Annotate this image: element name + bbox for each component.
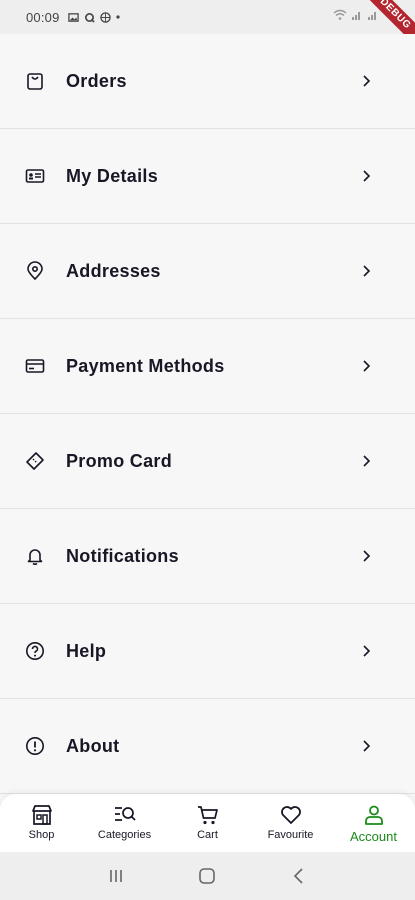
id-card-icon (24, 165, 46, 187)
status-time: 00:09 (26, 9, 60, 25)
store-icon (31, 805, 52, 825)
dot-icon (115, 15, 120, 19)
basketball-icon (99, 11, 111, 23)
menu-item-my-details[interactable]: My Details (0, 129, 415, 224)
status-notification-icons (67, 11, 120, 23)
menu-item-label: About (66, 735, 120, 756)
back-button[interactable] (287, 864, 311, 888)
q-app-icon (84, 12, 95, 23)
nav-account[interactable]: Account (332, 794, 415, 852)
menu-item-label: Help (66, 640, 107, 661)
nav-shop[interactable]: Shop (0, 794, 83, 852)
menu-item-label: Payment Methods (66, 355, 225, 376)
bell-icon (24, 545, 46, 567)
shopping-bag-icon (24, 70, 46, 92)
status-system-icons (333, 9, 379, 21)
chevron-right-icon (363, 265, 371, 277)
chevron-right-icon (363, 360, 371, 372)
menu-item-label: Addresses (66, 260, 161, 281)
nav-categories[interactable]: Categories (83, 794, 166, 852)
menu-item-orders[interactable]: Orders (0, 34, 415, 129)
nav-favourite[interactable]: Favourite (249, 794, 332, 852)
chevron-right-icon (363, 170, 371, 182)
credit-card-icon (24, 355, 46, 377)
home-icon (199, 868, 216, 884)
status-bar: 00:09 (0, 0, 415, 34)
heart-icon (280, 806, 301, 824)
signal-icon (352, 12, 360, 20)
chevron-right-icon (363, 75, 371, 87)
chevron-right-icon (363, 740, 371, 752)
menu-item-addresses[interactable]: Addresses (0, 224, 415, 319)
user-icon (364, 805, 383, 825)
account-menu: Orders My Details Addresses Payment Meth… (0, 34, 415, 794)
menu-item-label: My Details (66, 165, 159, 186)
recents-button[interactable] (104, 864, 128, 888)
menu-item-about[interactable]: About (0, 699, 415, 794)
menu-item-notifications[interactable]: Notifications (0, 509, 415, 604)
ticket-icon (24, 450, 46, 472)
nav-label: Cart (197, 829, 218, 841)
menu-item-label: Orders (66, 70, 127, 91)
system-navigation-bar (0, 852, 415, 900)
wifi-icon (333, 9, 347, 20)
chevron-right-icon (363, 550, 371, 562)
location-pin-icon (24, 260, 46, 282)
menu-item-help[interactable]: Help (0, 604, 415, 699)
recents-icon (110, 870, 122, 882)
menu-item-payment-methods[interactable]: Payment Methods (0, 319, 415, 414)
menu-item-promo-card[interactable]: Promo Card (0, 414, 415, 509)
menu-item-label: Notifications (66, 545, 179, 566)
back-icon (294, 868, 303, 884)
home-button[interactable] (195, 864, 219, 888)
nav-label: Favourite (267, 829, 314, 841)
chevron-right-icon (363, 645, 371, 657)
cart-icon (197, 806, 218, 825)
nav-label: Shop (28, 829, 55, 841)
signal-2-icon (368, 12, 376, 20)
menu-item-label: Promo Card (66, 450, 173, 471)
info-circle-icon (24, 735, 46, 757)
categories-search-icon (114, 807, 136, 821)
nav-cart[interactable]: Cart (166, 794, 249, 852)
nav-label: Account (350, 829, 397, 844)
bottom-navigation: Shop Categories Cart Favourite Account (0, 794, 415, 852)
nav-label: Categories (97, 829, 152, 841)
help-circle-icon (24, 640, 46, 662)
chevron-right-icon (363, 455, 371, 467)
gallery-icon (67, 12, 79, 22)
